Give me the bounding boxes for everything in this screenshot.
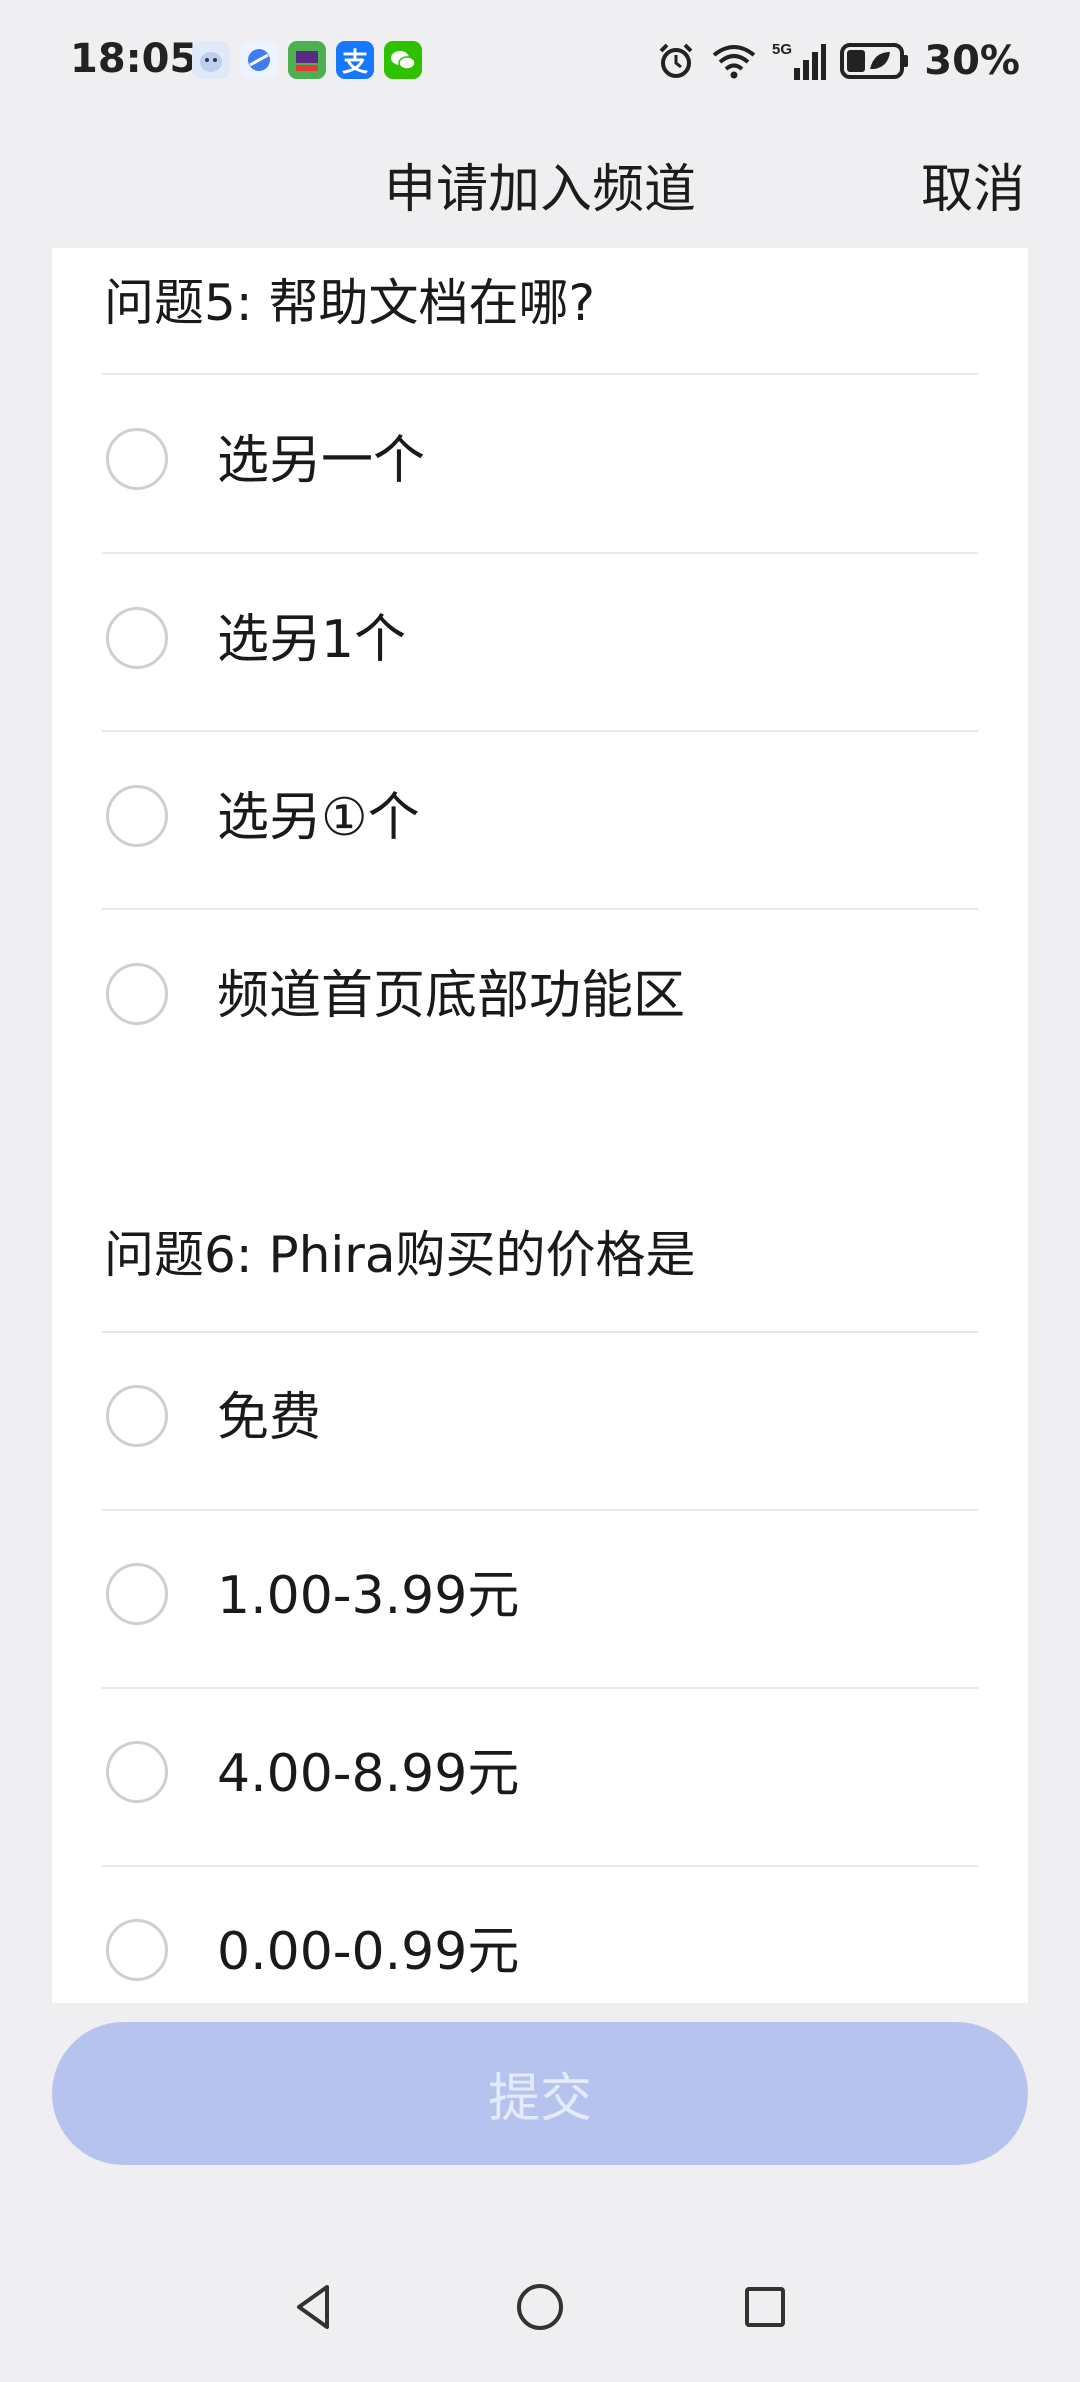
question-card-6: 问题6: Phira购买的价格是 免费 1.00-3.99元 4.00-8.99…: [52, 1155, 1028, 2003]
browser-icon: [240, 41, 278, 79]
option-label: 频道首页底部功能区: [217, 966, 686, 1026]
alipay-icon: 支: [336, 41, 374, 79]
radio-button[interactable]: [106, 1385, 168, 1447]
navigation-bar: [0, 2250, 1080, 2382]
battery-percentage: 30%: [924, 38, 1020, 84]
option-item[interactable]: 0.00-0.99元: [52, 1866, 1028, 2003]
question-title: 问题6: Phira购买的价格是: [104, 1226, 696, 1284]
battery-icon: [840, 43, 909, 79]
option-label: 选另1个: [217, 610, 407, 670]
signal-icon: 5G: [772, 41, 827, 80]
qq-icon: [192, 41, 230, 79]
recents-icon[interactable]: [730, 2272, 800, 2342]
option-item[interactable]: 频道首页底部功能区: [52, 910, 1028, 1086]
radio-button[interactable]: [106, 607, 168, 669]
option-item[interactable]: 选另①个: [52, 732, 1028, 908]
home-icon[interactable]: [505, 2272, 575, 2342]
option-label: 1.00-3.99元: [217, 1566, 520, 1626]
option-label: 免费: [217, 1388, 322, 1448]
game-app-icon: [288, 41, 326, 79]
radio-button[interactable]: [106, 428, 168, 490]
page-title: 申请加入频道: [383, 160, 696, 220]
back-icon[interactable]: [280, 2272, 350, 2342]
submit-button[interactable]: 提交: [52, 2022, 1028, 2165]
radio-button[interactable]: [106, 963, 168, 1025]
radio-button[interactable]: [106, 1741, 168, 1803]
questions-scroll-area[interactable]: 问题5: 帮助文档在哪? 选另一个 选另1个 选另①个 频道首页底部功能区 问题…: [0, 248, 1080, 2003]
status-bar: 18:05 支 5G 30%: [0, 0, 1080, 125]
option-item[interactable]: 选另一个: [52, 375, 1028, 551]
app-header: 申请加入频道 取消: [0, 125, 1080, 245]
option-item[interactable]: 选另1个: [52, 554, 1028, 730]
wechat-icon: [384, 41, 422, 79]
notification-icons: 支: [192, 41, 422, 79]
radio-button[interactable]: [106, 1563, 168, 1625]
cancel-button[interactable]: 取消: [921, 147, 1025, 222]
option-item[interactable]: 1.00-3.99元: [52, 1510, 1028, 1686]
system-icons: 5G 30%: [656, 38, 1020, 84]
status-time: 18:05: [70, 36, 198, 82]
option-label: 选另①个: [217, 788, 420, 848]
option-item[interactable]: 4.00-8.99元: [52, 1688, 1028, 1864]
radio-button[interactable]: [106, 785, 168, 847]
option-label: 4.00-8.99元: [217, 1744, 520, 1804]
wifi-icon: [713, 45, 756, 79]
option-label: 选另一个: [217, 431, 426, 491]
svg-text:5G: 5G: [772, 41, 792, 58]
option-label: 0.00-0.99元: [217, 1922, 520, 1982]
question-title: 问题5: 帮助文档在哪?: [104, 274, 596, 332]
radio-button[interactable]: [106, 1919, 168, 1981]
option-item[interactable]: 免费: [52, 1332, 1028, 1508]
alarm-icon: [659, 43, 693, 78]
